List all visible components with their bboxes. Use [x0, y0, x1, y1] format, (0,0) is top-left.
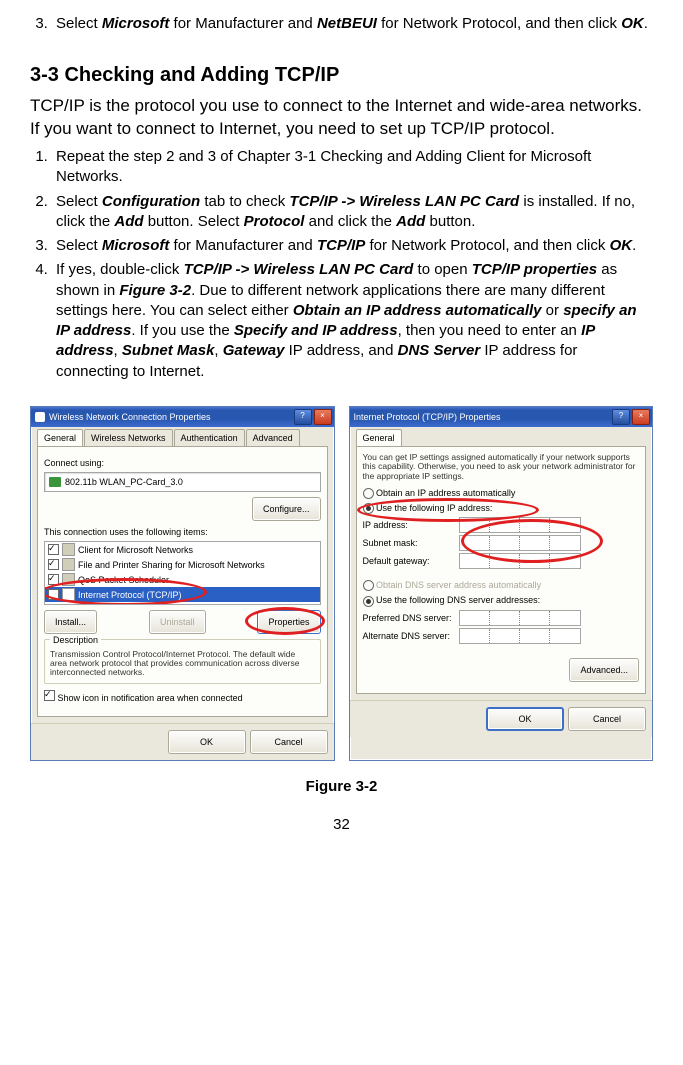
tcpip-properties-window: Internet Protocol (TCP/IP) Properties ? … — [349, 406, 654, 761]
radio-label: Obtain an IP address automatically — [376, 488, 515, 498]
advanced-button[interactable]: Advanced... — [569, 658, 639, 682]
prev-steps-list: Select Microsoft for Manufacturer and Ne… — [30, 14, 653, 34]
list-item[interactable]: QoS Packet Scheduler — [45, 572, 320, 587]
tab-wireless[interactable]: Wireless Networks — [84, 429, 173, 446]
checkbox-icon[interactable] — [48, 589, 59, 600]
radio-obtain-dns: Obtain DNS server address automatically — [363, 579, 640, 591]
adapter-name: 802.11b WLAN_PC-Card_3.0 — [65, 476, 183, 488]
prev-step-3: Select Microsoft for Manufacturer and Ne… — [52, 14, 653, 34]
tabs-1: General Wireless Networks Authentication… — [37, 429, 328, 446]
step-2: Select Configuration tab to check TCP/IP… — [52, 192, 653, 233]
pdns-row: Preferred DNS server: — [363, 610, 640, 626]
checkbox-icon[interactable] — [48, 574, 59, 585]
tab-general[interactable]: General — [37, 429, 83, 446]
checkbox-icon[interactable] — [48, 544, 59, 555]
ip-input[interactable] — [459, 517, 581, 533]
adns-input[interactable] — [459, 628, 581, 644]
tab-auth[interactable]: Authentication — [174, 429, 245, 446]
window-title-2: Internet Protocol (TCP/IP) Properties — [354, 411, 501, 423]
step-1: Repeat the step 2 and 3 of Chapter 3-1 C… — [52, 147, 653, 188]
adns-row: Alternate DNS server: — [363, 628, 640, 644]
tabs-2: General — [356, 429, 647, 446]
figure-caption: Figure 3-2 — [30, 777, 653, 797]
radio-label: Use the following IP address: — [376, 503, 492, 513]
radio-use-ip[interactable]: Use the following IP address: — [363, 502, 640, 514]
configure-button[interactable]: Configure... — [252, 497, 321, 521]
radio-icon[interactable] — [363, 488, 374, 499]
step-3: Select Microsoft for Manufacturer and TC… — [52, 236, 653, 256]
description-label: Description — [50, 635, 101, 645]
close-button[interactable]: × — [314, 409, 332, 425]
components-listbox[interactable]: Client for Microsoft Networks File and P… — [44, 541, 321, 605]
figure-row: Wireless Network Connection Properties ?… — [30, 406, 653, 761]
uninstall-button: Uninstall — [149, 610, 206, 634]
panel-2: You can get IP settings assigned automat… — [356, 446, 647, 694]
radio-icon[interactable] — [363, 503, 374, 514]
cancel-button[interactable]: Cancel — [568, 707, 646, 731]
intro-paragraph: TCP/IP is the protocol you use to connec… — [30, 95, 653, 141]
radio-label: Use the following DNS server addresses: — [376, 595, 540, 605]
step-4: If yes, double-click TCP/IP -> Wireless … — [52, 260, 653, 382]
help-button[interactable]: ? — [612, 409, 630, 425]
page-number: 32 — [30, 815, 653, 835]
radio-label: Obtain DNS server address automatically — [376, 580, 541, 590]
protocol-icon — [62, 588, 75, 601]
win-icon — [35, 412, 45, 422]
ip-row: IP address: — [363, 517, 640, 533]
cancel-button[interactable]: Cancel — [250, 730, 328, 754]
install-button[interactable]: Install... — [44, 610, 97, 634]
uses-label: This connection uses the following items… — [44, 526, 321, 538]
close-button[interactable]: × — [632, 409, 650, 425]
ok-button[interactable]: OK — [486, 707, 564, 731]
gateway-row: Default gateway: — [363, 553, 640, 569]
list-item[interactable]: File and Printer Sharing for Microsoft N… — [45, 557, 320, 572]
connect-using-label: Connect using: — [44, 457, 321, 469]
list-item[interactable]: Client for Microsoft Networks — [45, 542, 320, 557]
hint-text: You can get IP settings assigned automat… — [363, 453, 640, 481]
tab-advanced[interactable]: Advanced — [246, 429, 300, 446]
section-heading: 3-3 Checking and Adding TCP/IP — [30, 62, 653, 89]
pdns-input[interactable] — [459, 610, 581, 626]
show-icon-row[interactable]: Show icon in notification area when conn… — [44, 690, 321, 704]
window-title-1: Wireless Network Connection Properties — [49, 411, 211, 423]
gateway-input[interactable] — [459, 553, 581, 569]
description-group: Description Transmission Control Protoco… — [44, 639, 321, 683]
radio-obtain-ip[interactable]: Obtain an IP address automatically — [363, 487, 640, 499]
titlebar-1: Wireless Network Connection Properties ?… — [31, 407, 334, 427]
list-item-selected[interactable]: Internet Protocol (TCP/IP) — [45, 587, 320, 602]
bottombar-2: OK Cancel — [350, 700, 653, 737]
steps-list: Repeat the step 2 and 3 of Chapter 3-1 C… — [30, 147, 653, 382]
show-icon-label: Show icon in notification area when conn… — [58, 693, 243, 703]
panel-1: Connect using: 802.11b WLAN_PC-Card_3.0 … — [37, 446, 328, 717]
subnet-input[interactable] — [459, 535, 581, 551]
client-icon — [62, 543, 75, 556]
service-icon — [62, 558, 75, 571]
radio-use-dns[interactable]: Use the following DNS server addresses: — [363, 594, 640, 606]
connection-properties-window: Wireless Network Connection Properties ?… — [30, 406, 335, 761]
tab-general-2[interactable]: General — [356, 429, 402, 446]
ok-button[interactable]: OK — [168, 730, 246, 754]
subnet-row: Subnet mask: — [363, 535, 640, 551]
adapter-box: 802.11b WLAN_PC-Card_3.0 — [44, 472, 321, 492]
service-icon — [62, 573, 75, 586]
titlebar-2: Internet Protocol (TCP/IP) Properties ? … — [350, 407, 653, 427]
bottombar-1: OK Cancel — [31, 723, 334, 760]
radio-icon — [363, 580, 374, 591]
adapter-icon — [49, 477, 61, 487]
help-button[interactable]: ? — [294, 409, 312, 425]
checkbox-icon[interactable] — [44, 690, 55, 701]
checkbox-icon[interactable] — [48, 559, 59, 570]
properties-button[interactable]: Properties — [257, 610, 320, 634]
radio-icon[interactable] — [363, 596, 374, 607]
description-text: Transmission Control Protocol/Internet P… — [50, 650, 315, 678]
